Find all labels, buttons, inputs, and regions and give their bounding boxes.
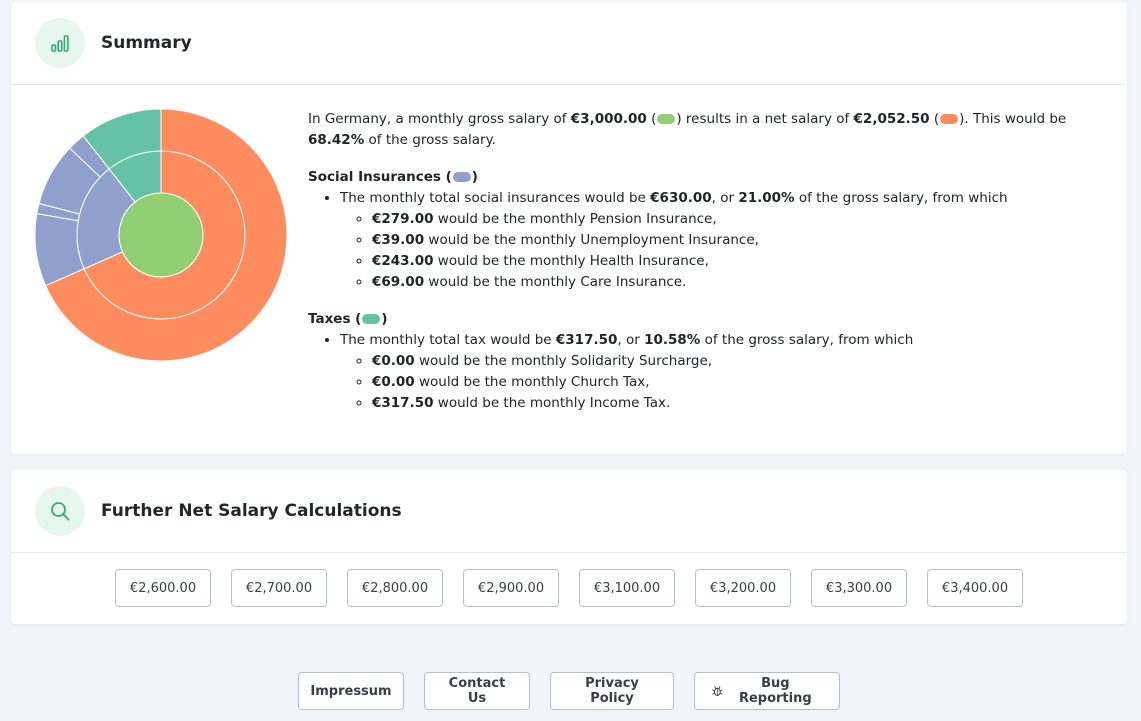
further-header: Further Net Salary Calculations	[11, 470, 1127, 553]
salary-button[interactable]: €3,100.00	[579, 569, 675, 607]
privacy-policy-button[interactable]: Privacy Policy	[550, 672, 674, 710]
list-item: €39.00 would be the monthly Unemployment…	[372, 230, 1108, 251]
social-insurances-section: Social Insurances () The monthly total s…	[308, 167, 1108, 293]
list-item: €279.00 would be the monthly Pension Ins…	[372, 209, 1108, 230]
impressum-button[interactable]: Impressum	[298, 672, 404, 710]
social-color-pill	[452, 172, 471, 182]
net-color-pill	[940, 114, 959, 124]
salary-sunburst-chart	[34, 108, 288, 362]
bug-icon	[712, 686, 723, 697]
list-item: €243.00 would be the monthly Health Insu…	[372, 251, 1108, 272]
gross-color-pill	[657, 114, 676, 124]
salary-button[interactable]: €2,700.00	[231, 569, 327, 607]
salary-button[interactable]: €3,300.00	[811, 569, 907, 607]
list-item: The monthly total social insurances woul…	[340, 188, 1108, 293]
list-item: €0.00 would be the monthly Church Tax,	[372, 372, 1108, 393]
salary-button[interactable]: €2,900.00	[463, 569, 559, 607]
search-icon	[35, 486, 85, 536]
summary-header: Summary	[11, 2, 1127, 85]
footer-links: Impressum Contact Us Privacy Policy Bug …	[298, 672, 840, 710]
further-calculations-card: Further Net Salary Calculations €2,600.0…	[11, 470, 1127, 624]
list-item: The monthly total tax would be €317.50, …	[340, 330, 1108, 414]
salary-button[interactable]: €3,400.00	[927, 569, 1023, 607]
salary-button[interactable]: €3,200.00	[695, 569, 791, 607]
summary-intro: In Germany, a monthly gross salary of €3…	[308, 111, 1067, 148]
salary-buttons: €2,600.00 €2,700.00 €2,800.00 €2,900.00 …	[11, 553, 1127, 607]
summary-title: Summary	[101, 33, 192, 53]
summary-card: Summary In Germany, a monthly gross sala…	[11, 2, 1127, 454]
taxes-section: Taxes () The monthly total tax would be …	[308, 309, 1108, 414]
salary-button[interactable]: €2,600.00	[115, 569, 211, 607]
salary-button[interactable]: €2,800.00	[347, 569, 443, 607]
bar-chart-icon	[35, 18, 85, 68]
list-item: €317.50 would be the monthly Income Tax.	[372, 393, 1108, 414]
summary-text: In Germany, a monthly gross salary of €3…	[308, 109, 1108, 414]
bug-reporting-button[interactable]: Bug Reporting	[694, 672, 840, 710]
taxes-color-pill	[362, 314, 381, 324]
further-title: Further Net Salary Calculations	[101, 501, 402, 521]
list-item: €69.00 would be the monthly Care Insuran…	[372, 272, 1108, 293]
contact-us-button[interactable]: Contact Us	[424, 672, 530, 710]
list-item: €0.00 would be the monthly Solidarity Su…	[372, 351, 1108, 372]
